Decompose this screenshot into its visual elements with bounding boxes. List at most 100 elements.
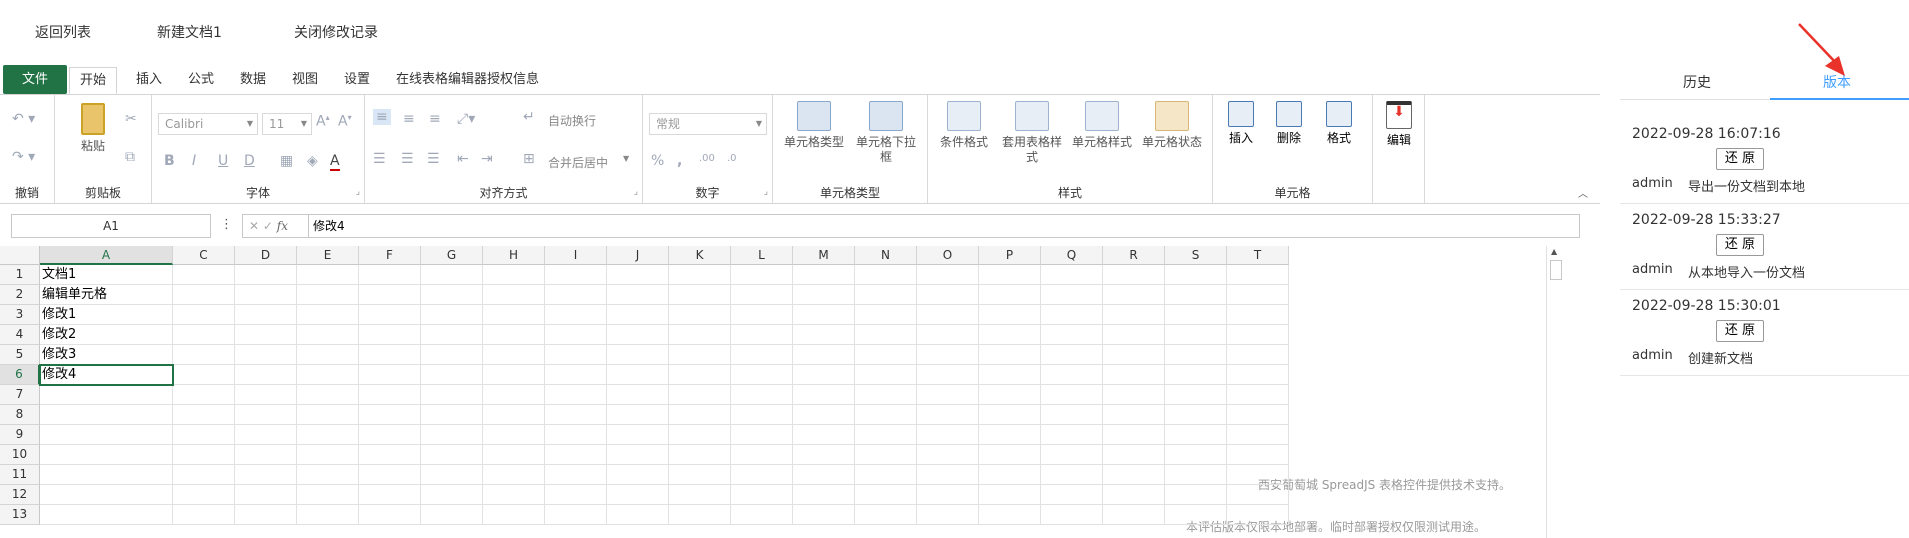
column-header-A[interactable]: A xyxy=(40,246,173,265)
cell-Q10[interactable] xyxy=(1041,445,1103,465)
cell-A11[interactable] xyxy=(40,465,173,485)
align-middle-icon[interactable]: ≡ xyxy=(403,111,415,127)
fx-icon[interactable]: fx xyxy=(277,219,288,233)
cell-E8[interactable] xyxy=(297,405,359,425)
cell-T7[interactable] xyxy=(1227,385,1289,405)
cell-O3[interactable] xyxy=(917,305,979,325)
cell-G10[interactable] xyxy=(421,445,483,465)
cell-S9[interactable] xyxy=(1165,425,1227,445)
cell-Q9[interactable] xyxy=(1041,425,1103,445)
column-header-S[interactable]: S xyxy=(1165,246,1227,265)
cell-D12[interactable] xyxy=(235,485,297,505)
cell-C2[interactable] xyxy=(173,285,235,305)
cell-K9[interactable] xyxy=(669,425,731,445)
cell-F7[interactable] xyxy=(359,385,421,405)
cell-P10[interactable] xyxy=(979,445,1041,465)
column-header-C[interactable]: C xyxy=(173,246,235,265)
tab-file[interactable]: 文件 xyxy=(3,65,67,94)
fill-color-icon[interactable]: ◈ xyxy=(307,153,318,169)
cell-H4[interactable] xyxy=(483,325,545,345)
cell-I6[interactable] xyxy=(545,365,607,385)
tab-insert[interactable]: 插入 xyxy=(126,67,172,94)
cell-J6[interactable] xyxy=(607,365,669,385)
cell-F9[interactable] xyxy=(359,425,421,445)
cell-Q2[interactable] xyxy=(1041,285,1103,305)
cell-S8[interactable] xyxy=(1165,405,1227,425)
cell-F3[interactable] xyxy=(359,305,421,325)
cell-M3[interactable] xyxy=(793,305,855,325)
cell-N9[interactable] xyxy=(855,425,917,445)
cell-J1[interactable] xyxy=(607,265,669,285)
column-header-E[interactable]: E xyxy=(297,246,359,265)
cell-A12[interactable] xyxy=(40,485,173,505)
cell-A8[interactable] xyxy=(40,405,173,425)
cell-H9[interactable] xyxy=(483,425,545,445)
cell-H7[interactable] xyxy=(483,385,545,405)
cell-O10[interactable] xyxy=(917,445,979,465)
cell-K11[interactable] xyxy=(669,465,731,485)
comma-style-icon[interactable]: , xyxy=(677,153,682,169)
cell-I9[interactable] xyxy=(545,425,607,445)
cell-H8[interactable] xyxy=(483,405,545,425)
cell-A9[interactable] xyxy=(40,425,173,445)
underline-icon[interactable]: U xyxy=(218,153,228,169)
cell-M10[interactable] xyxy=(793,445,855,465)
column-header-N[interactable]: N xyxy=(855,246,917,265)
cell-D8[interactable] xyxy=(235,405,297,425)
column-header-R[interactable]: R xyxy=(1103,246,1165,265)
cell-G2[interactable] xyxy=(421,285,483,305)
formula-input[interactable]: 修改4 xyxy=(308,214,1580,238)
cell-O8[interactable] xyxy=(917,405,979,425)
cell-H3[interactable] xyxy=(483,305,545,325)
cell-S10[interactable] xyxy=(1165,445,1227,465)
cell-Q1[interactable] xyxy=(1041,265,1103,285)
double-underline-icon[interactable]: D xyxy=(244,153,255,169)
cell-F6[interactable] xyxy=(359,365,421,385)
cell-S11[interactable] xyxy=(1165,465,1227,485)
cell-F12[interactable] xyxy=(359,485,421,505)
cell-T6[interactable] xyxy=(1227,365,1289,385)
tab-home[interactable]: 开始 xyxy=(69,67,118,94)
collapse-ribbon-icon[interactable]: ︿ xyxy=(1578,185,1588,200)
cell-R11[interactable] xyxy=(1103,465,1165,485)
cell-K2[interactable] xyxy=(669,285,731,305)
cell-M2[interactable] xyxy=(793,285,855,305)
cell-K6[interactable] xyxy=(669,365,731,385)
cell-G4[interactable] xyxy=(421,325,483,345)
column-header-D[interactable]: D xyxy=(235,246,297,265)
cell-F8[interactable] xyxy=(359,405,421,425)
column-header-H[interactable]: H xyxy=(483,246,545,265)
cell-C13[interactable] xyxy=(173,505,235,525)
cell-style-button[interactable]: 单元格样式 xyxy=(1072,101,1132,150)
cell-N11[interactable] xyxy=(855,465,917,485)
column-header-F[interactable]: F xyxy=(359,246,421,265)
cell-N1[interactable] xyxy=(855,265,917,285)
undo-icon[interactable]: ↶ ▾ xyxy=(12,111,35,127)
cell-K12[interactable] xyxy=(669,485,731,505)
cell-N7[interactable] xyxy=(855,385,917,405)
cell-C11[interactable] xyxy=(173,465,235,485)
decrease-indent-icon[interactable]: ⇤ xyxy=(457,151,469,167)
column-header-I[interactable]: I xyxy=(545,246,607,265)
cell-K1[interactable] xyxy=(669,265,731,285)
cell-J5[interactable] xyxy=(607,345,669,365)
wrap-text-button[interactable]: 自动换行 xyxy=(548,112,596,129)
cell-N2[interactable] xyxy=(855,285,917,305)
cell-L9[interactable] xyxy=(731,425,793,445)
cell-J13[interactable] xyxy=(607,505,669,525)
cell-E7[interactable] xyxy=(297,385,359,405)
cell-T1[interactable] xyxy=(1227,265,1289,285)
cell-C6[interactable] xyxy=(173,365,235,385)
cell-O13[interactable] xyxy=(917,505,979,525)
cell-O12[interactable] xyxy=(917,485,979,505)
cell-R3[interactable] xyxy=(1103,305,1165,325)
scroll-thumb[interactable] xyxy=(1550,260,1562,280)
cell-L2[interactable] xyxy=(731,285,793,305)
cell-S3[interactable] xyxy=(1165,305,1227,325)
cell-G1[interactable] xyxy=(421,265,483,285)
cell-T12[interactable] xyxy=(1227,485,1289,505)
cell-T13[interactable] xyxy=(1227,505,1289,525)
cell-F10[interactable] xyxy=(359,445,421,465)
align-center-icon[interactable]: ☰ xyxy=(401,151,414,167)
row-header-8[interactable]: 8 xyxy=(0,405,40,425)
